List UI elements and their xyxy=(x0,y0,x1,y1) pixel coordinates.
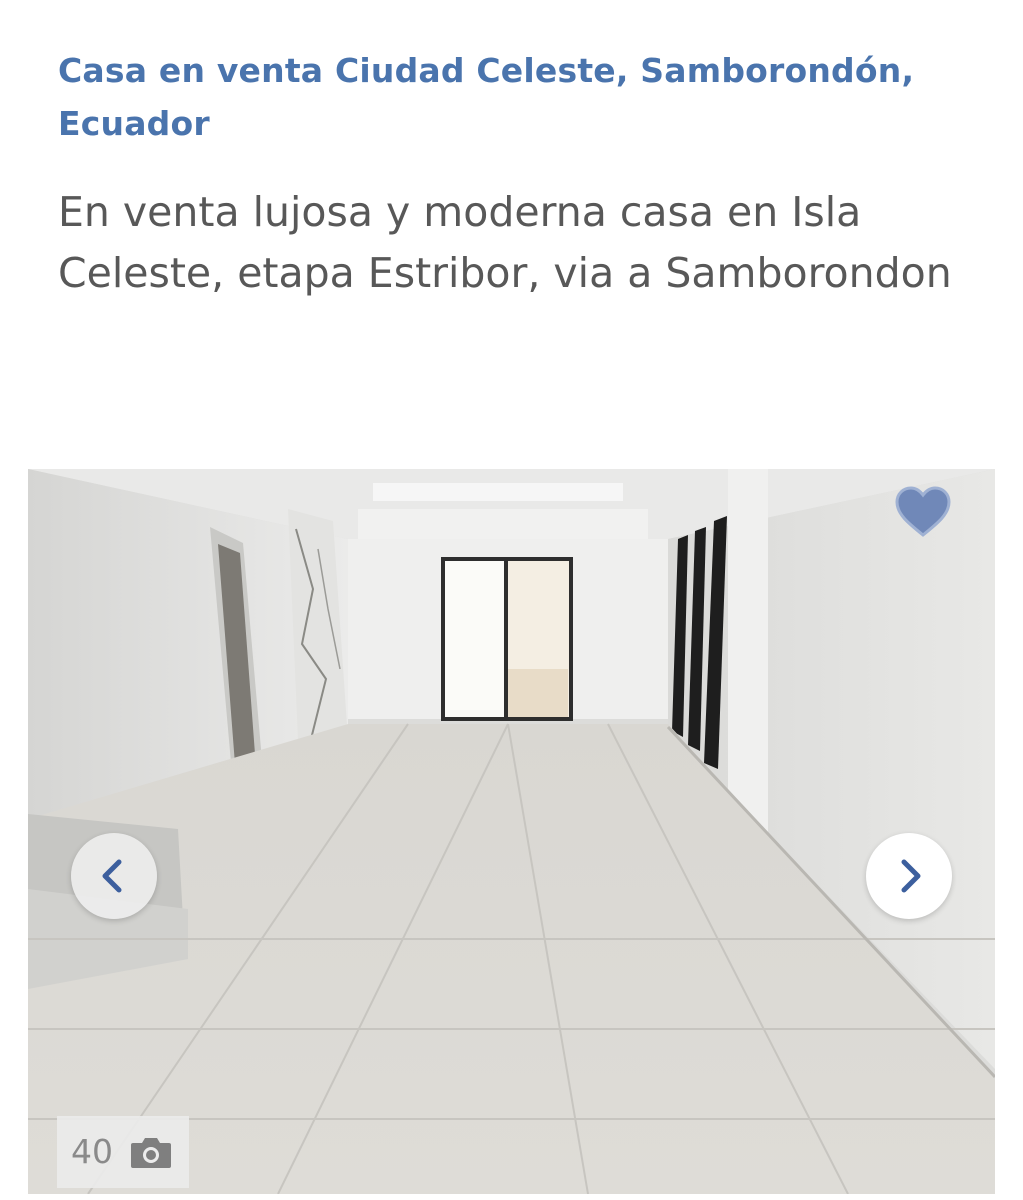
previous-photo-button[interactable] xyxy=(71,833,157,919)
listing-card: Casa en venta Ciudad Celeste, Samborondó… xyxy=(0,0,1023,1200)
next-photo-button[interactable] xyxy=(866,833,952,919)
property-photo xyxy=(28,469,995,1194)
chevron-left-icon xyxy=(102,859,122,893)
photo-count-number: 40 xyxy=(71,1132,113,1171)
favorite-button[interactable] xyxy=(894,485,952,539)
listing-title[interactable]: Casa en venta Ciudad Celeste, Samborondó… xyxy=(58,44,958,150)
heart-icon xyxy=(895,486,951,537)
photo-gallery[interactable]: 40 xyxy=(28,469,995,1194)
photo-count-badge[interactable]: 40 xyxy=(57,1116,189,1188)
camera-icon xyxy=(131,1138,171,1168)
listing-description: En venta lujosa y moderna casa en Isla C… xyxy=(58,188,952,297)
chevron-right-icon xyxy=(901,859,921,893)
